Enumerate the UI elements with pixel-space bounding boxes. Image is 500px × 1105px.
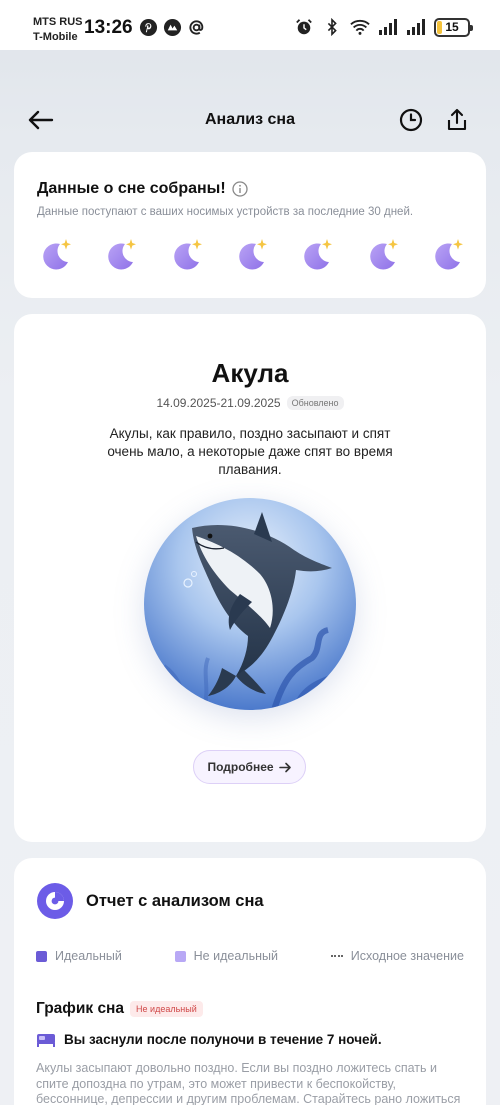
- pinterest-icon: [138, 17, 158, 37]
- graph-status-badge: Не идеальный: [130, 1001, 203, 1017]
- report-title: Отчет с анализом сна: [86, 892, 264, 910]
- legend-baseline-label: Исходное значение: [350, 949, 464, 963]
- graph-title-row: График сна Не идеальный: [36, 1000, 203, 1018]
- alarm-icon: [294, 17, 314, 37]
- info-icon[interactable]: [231, 181, 248, 197]
- app-notification-icon: [162, 17, 182, 37]
- sleep-report-card: Отчет с анализом сна Идеальный Не идеаль…: [14, 858, 486, 1105]
- data-collected-title-text: Данные о сне собраны!: [37, 180, 226, 197]
- insight-row: Вы заснули после полуночи в течение 7 но…: [36, 1031, 382, 1047]
- date-row: 14.09.2025-21.09.2025 Обновлено: [14, 396, 486, 410]
- share-button[interactable]: [442, 105, 472, 135]
- graph-title: График сна: [36, 1000, 125, 1017]
- notification-icons: [138, 17, 206, 37]
- moon-icon: [36, 236, 74, 274]
- date-range: 14.09.2025-21.09.2025: [156, 396, 281, 410]
- wifi-icon: [350, 17, 370, 37]
- moon-icon: [428, 236, 466, 274]
- legend-swatch-baseline: [330, 955, 343, 957]
- more-button[interactable]: Подробнее: [193, 750, 306, 784]
- sleep-data-card: Данные о сне собраны! Данные поступают с…: [14, 152, 486, 298]
- legend-swatch-ideal: [36, 950, 47, 962]
- legend-non-ideal: Не идеальный: [174, 949, 278, 963]
- chart-legend: Идеальный Не идеальный Исходное значение: [36, 949, 464, 963]
- updated-badge: Обновлено: [286, 396, 344, 410]
- system-icons: 15: [294, 17, 473, 37]
- more-button-label: Подробнее: [207, 760, 274, 774]
- status-time: 13:26: [84, 17, 133, 38]
- app-header: Анализ сна: [0, 95, 500, 145]
- shark-illustration: [144, 498, 356, 710]
- bluetooth-icon: [322, 17, 342, 37]
- status-bar: MTS RUS T-Mobile 13:26 15: [0, 0, 500, 50]
- arrow-right-icon: [278, 762, 291, 772]
- legend-ideal-label: Идеальный: [55, 949, 122, 963]
- history-button[interactable]: [396, 105, 426, 135]
- moon-row: [36, 236, 466, 274]
- sleep-animal-card: Акула 14.09.2025-21.09.2025 Обновлено Ак…: [14, 314, 486, 842]
- legend-swatch-non-ideal: [174, 950, 186, 962]
- moon-icon: [167, 236, 205, 274]
- data-collected-subtitle: Данные поступают с ваших носимых устройс…: [37, 206, 414, 218]
- insight-text: Вы заснули после полуночи в течение 7 но…: [64, 1031, 382, 1047]
- animal-name: Акула: [211, 358, 289, 388]
- legend-non-ideal-label: Не идеальный: [193, 949, 278, 963]
- bed-icon: [37, 1034, 55, 1047]
- data-collected-title: Данные о сне собраны!: [37, 180, 248, 198]
- moon-icon: [232, 236, 270, 274]
- battery-fill: [437, 20, 442, 34]
- signal-icon-sim1: [378, 17, 398, 37]
- moon-icon: [101, 236, 139, 274]
- battery-level: 15: [445, 20, 459, 34]
- share-icon: [447, 108, 467, 131]
- insight-description: Акулы засыпают довольно поздно. Если вы …: [36, 1061, 461, 1105]
- carrier-line-2: T-Mobile: [33, 31, 78, 43]
- report-icon: [37, 883, 73, 919]
- legend-ideal: Идеальный: [36, 949, 122, 963]
- battery-indicator: 15: [434, 17, 473, 37]
- at-sign-icon: [186, 17, 206, 37]
- animal-description: Акулы, как правило, поздно засыпают и сп…: [107, 426, 393, 477]
- moon-icon: [363, 236, 401, 274]
- legend-baseline: Исходное значение: [330, 949, 464, 963]
- signal-icon-sim2: [406, 17, 426, 37]
- carrier-label: MTS RUS T-Mobile: [33, 15, 83, 45]
- carrier-line-1: MTS RUS: [33, 16, 83, 28]
- history-clock-icon: [399, 108, 423, 132]
- moon-icon: [297, 236, 335, 274]
